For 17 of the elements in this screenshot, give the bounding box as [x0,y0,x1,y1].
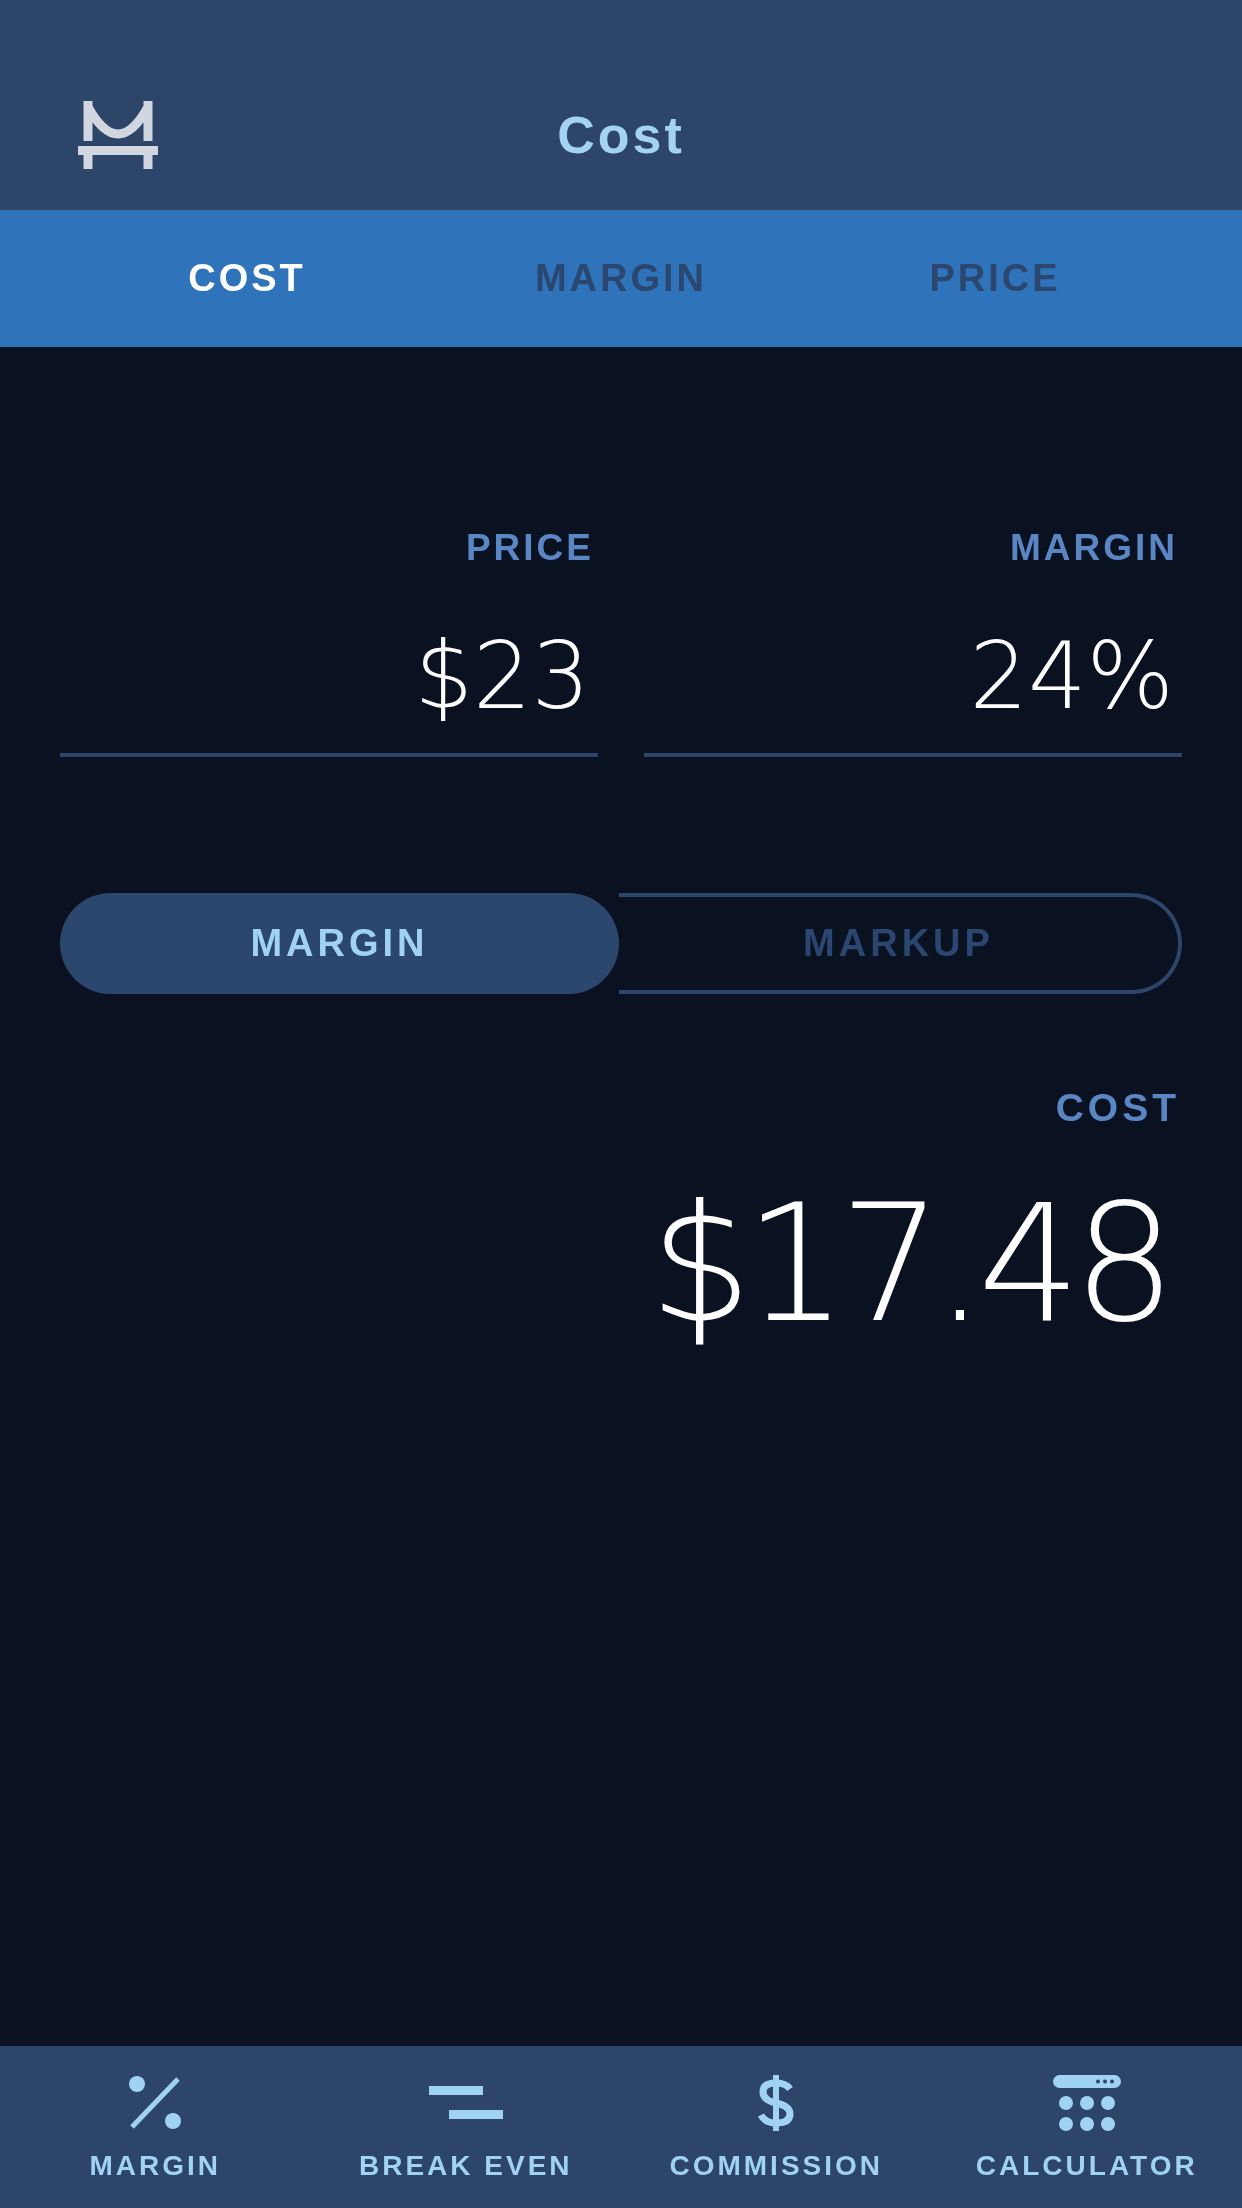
tab[interactable]: COST [60,237,434,320]
percent-icon [128,2076,183,2130]
nav-item[interactable]: COMMISSION [621,2046,932,2208]
nav-item[interactable]: MARGIN [0,2046,311,2208]
screen-title: Cost [556,105,686,165]
logo-icon [78,101,158,169]
field-label: PRICE [465,529,595,566]
nav-item[interactable]: CALCULATOR [931,2046,1242,2208]
nav-item[interactable]: BREAK EVEN [310,2046,621,2208]
break-even-icon [428,2086,503,2120]
input-field[interactable]: 24% [644,631,1182,757]
result-label: COST [1055,1088,1181,1127]
field-label: MARGIN [1009,529,1179,566]
result-value: $17.48 [649,1183,1169,1345]
calculator-icon [1052,2075,1121,2131]
input-field[interactable]: $23 [60,631,598,757]
toggle-option[interactable]: MARGIN [60,893,619,994]
